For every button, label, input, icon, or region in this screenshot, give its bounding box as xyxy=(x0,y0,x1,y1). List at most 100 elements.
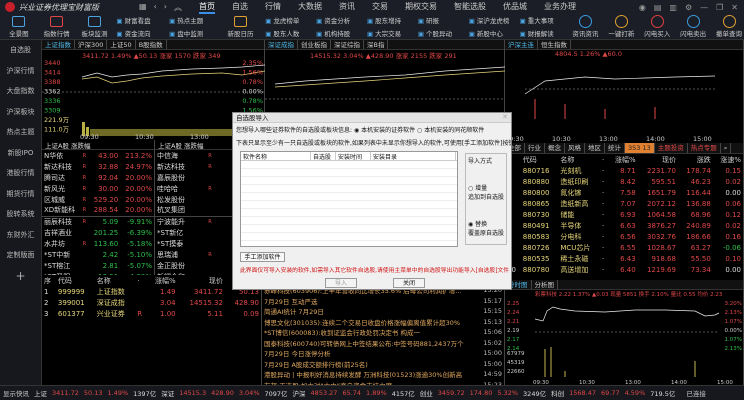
index-name[interactable]: 上证 xyxy=(34,388,47,398)
topic-tab-1[interactable]: 热点专题 xyxy=(688,143,721,153)
sidebar-item-10[interactable]: 定制版面 xyxy=(0,245,41,266)
toolbar-link[interactable]: 机构持股 xyxy=(316,28,361,38)
add-software-button[interactable]: 手工添加软件 xyxy=(240,252,285,262)
table-row[interactable]: 2880880造纸印刷·8.42595.5146.230.02 xyxy=(505,176,743,187)
menu-5[interactable]: 交易 xyxy=(372,1,388,14)
table-row[interactable]: 1880716光刻机·8.712231.70178.740.15 xyxy=(505,165,743,176)
news-item[interactable]: 7月29日 今日涨停分析 15:00 xyxy=(262,348,504,359)
add-icon[interactable]: + xyxy=(0,266,41,287)
radio-ths-software[interactable]: ○ 本机安装的同花顺软件 xyxy=(417,127,484,134)
table-row[interactable]: 腾司达 R 92.04 20.00% xyxy=(42,172,154,183)
new-stock-calendar-button[interactable]: 新股日历 xyxy=(222,15,259,38)
close-button[interactable]: 关闭 xyxy=(393,278,425,288)
table-row[interactable]: 9880535稀土永磁·6.43918.6855.500.10 xyxy=(505,253,743,264)
restore-icon[interactable]: ❐ xyxy=(716,3,723,12)
sector-tab-5[interactable]: 统计 xyxy=(605,143,625,153)
software-table[interactable]: 软件名称 自选股 安装时间 安装目录 xyxy=(240,151,458,247)
table-row[interactable]: 1 999999 上证指数 1.49 3411.72 50.13 xyxy=(42,286,261,297)
sidebar-item-7[interactable]: 期货行情 xyxy=(0,184,41,205)
table-row[interactable]: 4880865造纸新高·7.072072.12136.880.06 xyxy=(505,198,743,209)
tab-0[interactable]: 深证成指 xyxy=(265,40,298,49)
column-header[interactable]: · xyxy=(135,275,146,286)
toolbar-link[interactable]: 股东增持 xyxy=(367,15,412,25)
menu-8[interactable]: 优品城 xyxy=(503,1,527,14)
table-row[interactable]: 8880726MCU芯片·6.551028.6763.27-0.06 xyxy=(505,242,743,253)
radio-local-software[interactable]: ◉ 本机安装的证券软件 xyxy=(354,127,415,134)
index-name[interactable]: 沪深 xyxy=(293,388,306,398)
toolbar-link[interactable]: 资金流向 xyxy=(116,28,163,38)
index-name[interactable]: 科创 xyxy=(551,388,564,398)
table-row[interactable]: 3 601377 兴业证券 R 1.00 5.11 0.09 xyxy=(42,308,261,319)
column-header[interactable]: 名称 xyxy=(558,154,600,165)
toolbar-circle-button-0[interactable]: 资讯资讯 xyxy=(570,15,600,38)
column-header[interactable]: 涨幅% xyxy=(146,275,177,286)
sector-tab-3[interactable]: 风格 xyxy=(565,143,585,153)
column-header[interactable]: 自选股 xyxy=(311,152,336,161)
column-header[interactable]: 涨跌 xyxy=(678,154,713,165)
show-news-toggle[interactable]: 显示快讯 xyxy=(3,388,29,398)
table-row[interactable]: 水井坊 R 113.60 -5.18% xyxy=(42,238,154,249)
tab-2[interactable]: 上证50 xyxy=(107,40,136,49)
column-header[interactable]: 序 xyxy=(42,275,56,286)
toolbar-link[interactable]: 盘中监测 xyxy=(169,28,216,38)
toolbar-link[interactable]: 研报 xyxy=(418,15,463,25)
column-header[interactable]: 名称 xyxy=(95,275,135,286)
column-header[interactable]: 安装目录 xyxy=(371,152,456,161)
close-icon[interactable]: ✕ xyxy=(502,113,508,121)
table-row[interactable]: 5880730储能·6.931064.5868.960.12 xyxy=(505,209,743,220)
collapse-icon[interactable]: ︽ xyxy=(174,2,182,13)
table-row[interactable]: 10880780高送增加·6.401219.6973.340.00 xyxy=(505,264,743,275)
toolbar-circle-button-3[interactable]: 闪电卖出 xyxy=(678,15,708,38)
tab-3[interactable]: 深B指 xyxy=(364,40,389,49)
close-icon[interactable]: ✕ xyxy=(731,3,738,12)
sidebar-item-6[interactable]: 港股行情 xyxy=(0,163,41,184)
column-header[interactable]: 现价 xyxy=(178,275,225,286)
menu-1[interactable]: 自选 xyxy=(232,1,248,14)
toolbar-button-1[interactable]: 指数行情 xyxy=(41,15,73,38)
menu-7[interactable]: 智能选股 xyxy=(454,1,486,14)
toolbar-link[interactable]: 龙虎榜单 xyxy=(265,15,310,25)
news-item[interactable]: 国泰科技(600740)可转债网上中签结果公布:中签号码881,2437万个 15… xyxy=(262,338,504,349)
tab-1[interactable]: 沪深300 xyxy=(75,40,108,49)
search-icon[interactable]: ⌕ xyxy=(721,143,732,153)
column-header[interactable]: 代码 xyxy=(56,275,95,286)
menu-0[interactable]: 首页 xyxy=(199,1,215,14)
table-row[interactable]: 7880583分电科·6.563032.76186.660.16 xyxy=(505,231,743,242)
menu-9[interactable]: 业务办理 xyxy=(544,1,576,14)
news-item[interactable]: 简通AI统计 7月29日 15:15 xyxy=(262,306,504,317)
toolbar-circle-button-4[interactable]: 撤单查询 xyxy=(714,15,744,38)
toolbar-link[interactable]: 深沪龙虎榜 xyxy=(469,15,514,25)
toolbar-link[interactable]: 财报解读 xyxy=(520,28,565,38)
toolbar-link[interactable]: 大宗交易 xyxy=(367,28,412,38)
tab-1[interactable]: 恒生指数 xyxy=(538,40,571,49)
column-header[interactable]: 安装时间 xyxy=(336,152,371,161)
column-header[interactable]: · xyxy=(600,154,608,165)
back-icon[interactable]: ‹ xyxy=(154,2,157,13)
news-item[interactable]: *ST博信(600083):收到证监会行政处罚决定书 构成一 15:06 xyxy=(262,327,504,338)
toolbar-link[interactable]: 重大事项 xyxy=(520,15,565,25)
toolbar-link[interactable]: 热点主题 xyxy=(169,15,216,25)
sidebar-item-5[interactable]: 新股IPO xyxy=(0,143,41,164)
toolbar-button-2[interactable]: 板块监测 xyxy=(79,15,111,38)
news-item[interactable]: 博思文化(301035):连续二个交易日收盘价格涨幅偏离值累计超30% 15:13 xyxy=(262,317,504,328)
layout-icon[interactable]: ▥ xyxy=(669,3,677,12)
index-name[interactable]: 创业 xyxy=(420,388,433,398)
sector-tab-4[interactable]: 地区 xyxy=(585,143,605,153)
news-item[interactable]: 港股异动 | 中报利好消息持续发酵 万洲科技(01523)涨逾30%创新高 14:… xyxy=(262,369,504,380)
column-header[interactable]: 现价 xyxy=(638,154,678,165)
table-row[interactable]: 丽辰科技 R 5.09 -9.91% xyxy=(42,216,154,227)
sidebar-item-9[interactable]: 东财外汇 xyxy=(0,225,41,246)
column-header[interactable]: 涨幅% xyxy=(608,154,638,165)
sector-tab-1[interactable]: 行业 xyxy=(525,143,545,153)
toolbar-link[interactable]: 股东人数 xyxy=(265,28,310,38)
sidebar-item-4[interactable]: 热点主题 xyxy=(0,122,41,143)
tab-2[interactable]: 深证综指 xyxy=(331,40,364,49)
tab-1[interactable]: 创业板指 xyxy=(298,40,331,49)
stock-minute-chart[interactable]: 分时图 分析图 彩票科技 2.22 1.37% ▲0.03 现量 5851 换手 … xyxy=(505,280,744,386)
table-row[interactable]: 区城威 R 529.20 20.00% xyxy=(42,194,154,205)
import-button[interactable]: 导入 xyxy=(325,278,357,288)
sector-tab-2[interactable]: 概念 xyxy=(545,143,565,153)
settings-icon[interactable]: ⚙ xyxy=(685,3,692,12)
news-item[interactable]: 7月29日 互动严选 15:17 xyxy=(262,296,504,307)
menu-2[interactable]: 行情 xyxy=(265,1,281,14)
